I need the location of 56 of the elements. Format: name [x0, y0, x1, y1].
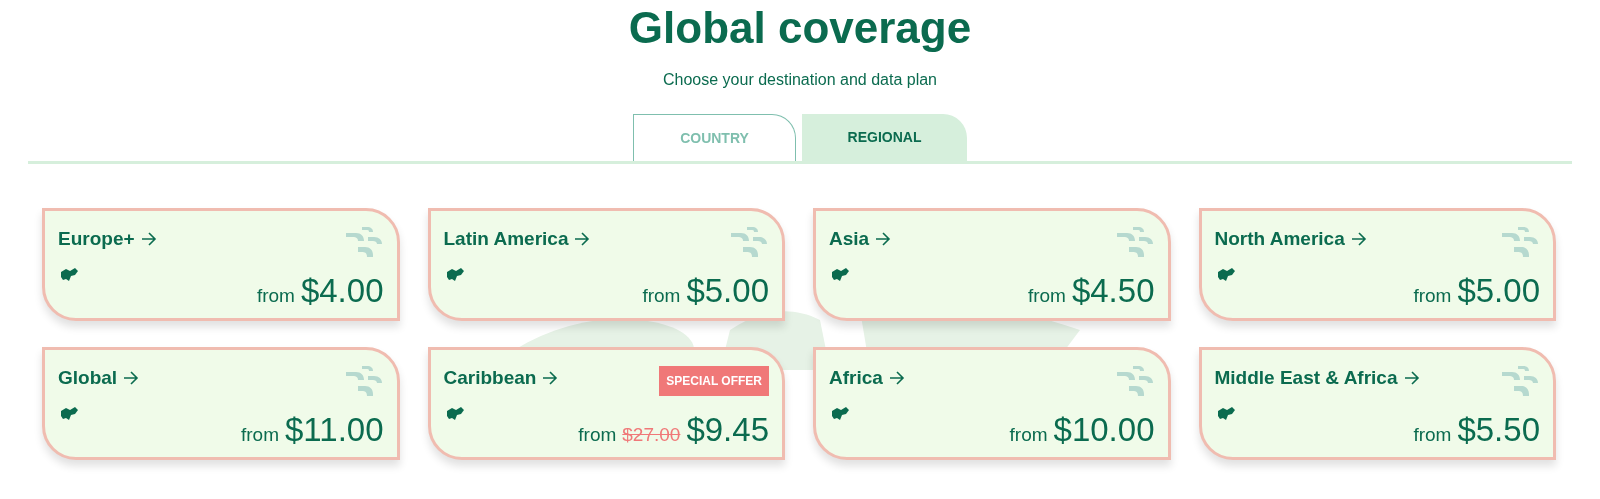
arrow-icon: [574, 232, 591, 247]
region-card[interactable]: Europe+ from $4.00: [42, 208, 400, 321]
stripes-icon: [1114, 225, 1155, 259]
from-label: from: [1413, 283, 1452, 308]
stripes-icon: [1500, 225, 1540, 259]
stripes-icon: [1500, 364, 1540, 398]
from-label: from: [1009, 422, 1048, 447]
tab[interactable]: REGIONAL: [802, 114, 967, 161]
region-card[interactable]: Latin America from $5.00: [427, 208, 785, 321]
price: $10.00: [1053, 410, 1155, 449]
arrow-icon: [888, 371, 905, 386]
region-card[interactable]: Global from $11.00: [42, 347, 400, 460]
region-card[interactable]: North America from $5.00: [1198, 208, 1556, 321]
region-name: Global: [58, 366, 118, 390]
region-card[interactable]: Asia from $4.50: [813, 208, 1171, 321]
arrow-icon: [875, 232, 892, 247]
map-icon: [58, 266, 80, 284]
page-title: Global coverage: [628, 2, 972, 54]
page-subtitle: Choose your destination and data plan: [663, 70, 937, 90]
region-card[interactable]: Africa from $10.00: [813, 347, 1171, 460]
price: $4.00: [300, 271, 384, 310]
from-label: from: [642, 283, 681, 308]
price: $9.45: [686, 410, 769, 449]
old-price: $27.00: [622, 422, 681, 447]
stripes-icon: [1114, 364, 1155, 398]
region-name: Caribbean: [443, 366, 537, 390]
from-label: from: [1413, 422, 1452, 447]
map-icon: [58, 405, 80, 423]
region-card[interactable]: Middle East & Africa from $5.50: [1198, 347, 1556, 460]
arrow-icon: [1403, 371, 1420, 386]
from-label: from: [256, 283, 295, 308]
from-label: from: [578, 422, 617, 447]
from-label: from: [1027, 283, 1066, 308]
price: $11.00: [285, 410, 384, 449]
price: $4.50: [1071, 271, 1155, 310]
region-name: Africa: [829, 366, 883, 390]
map-icon: [829, 266, 851, 284]
arrow-icon: [123, 371, 140, 386]
stripes-icon: [729, 225, 769, 259]
map-icon: [829, 405, 851, 423]
arrow-icon: [140, 232, 157, 247]
region-card[interactable]: Caribbean SPECIAL OFFER from $27.00 $9.45: [427, 347, 785, 460]
region-name: Asia: [829, 227, 870, 251]
region-name: North America: [1214, 227, 1345, 251]
arrow-icon: [1350, 232, 1367, 247]
region-name: Middle East & Africa: [1214, 366, 1398, 390]
offer-badge: SPECIAL OFFER: [659, 366, 769, 396]
from-label: from: [241, 422, 279, 447]
stripes-icon: [343, 364, 384, 398]
price: $5.00: [1457, 271, 1540, 310]
region-name: Europe+: [58, 227, 135, 251]
price: $5.50: [1457, 410, 1540, 449]
stripes-icon: [343, 225, 384, 259]
arrow-icon: [542, 371, 559, 386]
region-name: Latin America: [443, 227, 569, 251]
price: $5.00: [686, 271, 769, 310]
